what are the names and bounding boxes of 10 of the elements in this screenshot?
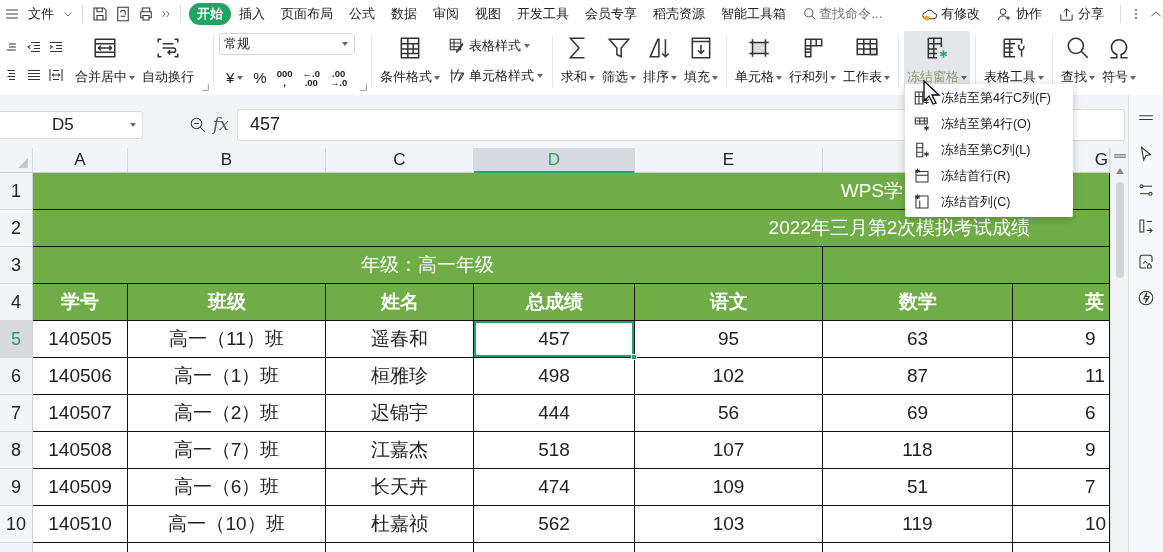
title-text: WPS学 [840,178,903,203]
column-heading-cell: 总成绩 [474,284,635,321]
column-heading-cell: 数学 [823,284,1013,321]
grade-label: 年级：高一年级 [361,252,494,277]
column-heading-cell: 班级 [128,284,326,321]
column-heading-cell: 姓名 [326,284,474,321]
column-heading-cell: 语文 [635,284,823,321]
column-heading-cell: 学号 [33,284,128,321]
subtitle-text: 2022年三月第2次模拟考试成绩 [768,215,1031,240]
column-heading-cell: 英 [1013,284,1110,321]
